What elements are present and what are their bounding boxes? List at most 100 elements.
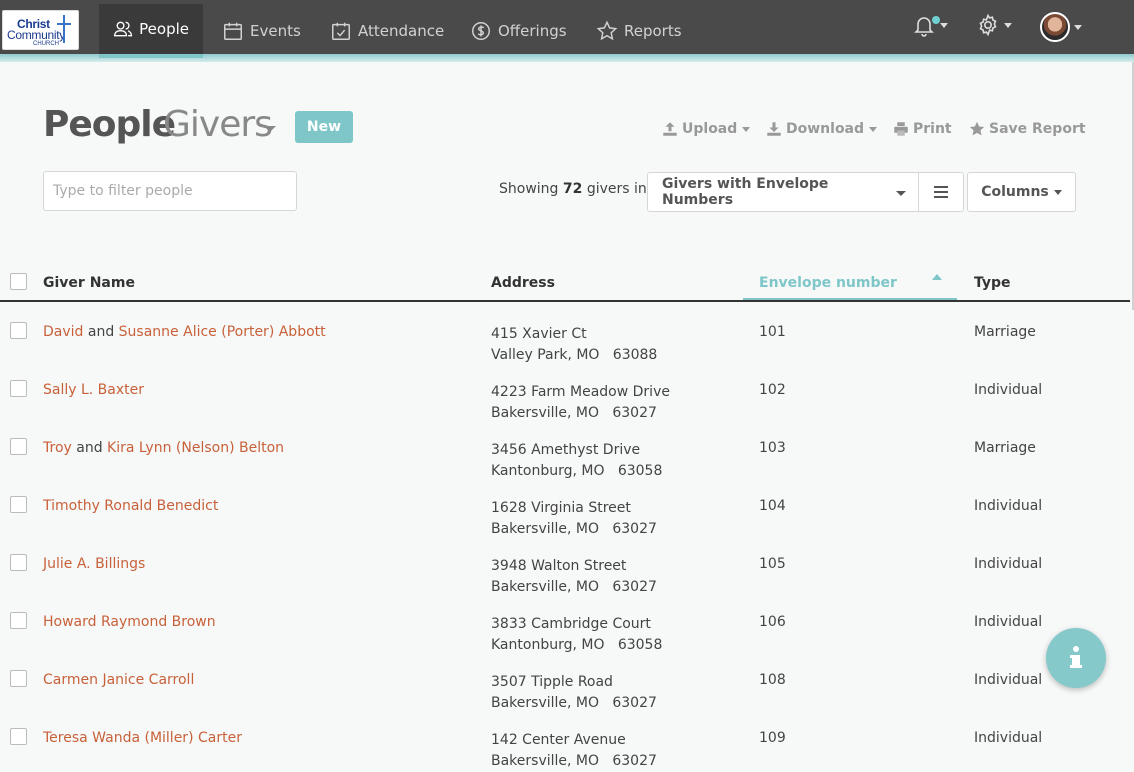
nav-tab-people-label: People bbox=[139, 20, 189, 38]
chevron-down-icon bbox=[940, 22, 948, 28]
address-cell: 1628 Virginia Street Bakersville, MO 630… bbox=[491, 500, 657, 537]
table-row: Sally L. Baxter 4223 Farm Meadow Drive Ba… bbox=[0, 379, 1130, 437]
print-button[interactable]: Print bbox=[892, 120, 952, 138]
column-header-giver-name[interactable]: Giver Name bbox=[43, 275, 135, 291]
save-report-button[interactable]: Save Report bbox=[968, 120, 1086, 138]
hamburger-icon bbox=[934, 191, 948, 193]
column-header-type[interactable]: Type bbox=[974, 275, 1011, 291]
results-summary-suffix: givers in bbox=[586, 181, 647, 197]
upload-button[interactable]: Upload bbox=[661, 120, 751, 138]
giver-name-joiner: and bbox=[71, 440, 108, 456]
report-filter-select[interactable]: Givers with Envelope Numbers bbox=[647, 172, 919, 212]
columns-button[interactable]: Columns bbox=[967, 172, 1076, 212]
giver-spouse-link[interactable]: Susanne Alice (Porter) Abbott bbox=[119, 324, 326, 340]
giver-name-cell: Julie A. Billings bbox=[43, 556, 145, 572]
giver-spouse-link[interactable]: Kira Lynn (Nelson) Belton bbox=[107, 440, 284, 456]
table-row: Howard Raymond Brown 3833 Cambridge Court… bbox=[0, 611, 1130, 669]
type-cell: Marriage bbox=[974, 440, 1036, 456]
calendar-icon bbox=[224, 22, 242, 40]
giver-name-link[interactable]: Carmen Janice Carroll bbox=[43, 672, 194, 688]
nav-tab-reports-label: Reports bbox=[624, 22, 682, 40]
filter-people-input[interactable] bbox=[43, 171, 297, 211]
address-cell: 415 Xavier Ct Valley Park, MO 63088 bbox=[491, 326, 658, 363]
chevron-down-icon[interactable] bbox=[266, 126, 276, 131]
nav-tab-offerings[interactable]: Offerings bbox=[456, 4, 581, 58]
cross-icon-bar bbox=[57, 23, 71, 25]
table-header-divider bbox=[0, 300, 1130, 302]
giver-name-link[interactable]: Howard Raymond Brown bbox=[43, 614, 216, 630]
page-subtitle-dropdown[interactable]: Givers bbox=[163, 104, 273, 145]
address-cell: 3456 Amethyst Drive Kantonburg, MO 63058 bbox=[491, 442, 663, 479]
chevron-down-icon bbox=[742, 126, 751, 132]
chevron-down-icon bbox=[896, 191, 906, 196]
bell-icon bbox=[914, 17, 934, 37]
row-checkbox[interactable] bbox=[10, 670, 27, 687]
address-cell: 3948 Walton Street Bakersville, MO 63027 bbox=[491, 558, 657, 595]
column-header-envelope-number[interactable]: Envelope number bbox=[759, 275, 897, 291]
download-button[interactable]: Download bbox=[765, 120, 878, 138]
settings-menu[interactable] bbox=[976, 12, 1012, 38]
columns-label: Columns bbox=[981, 184, 1049, 200]
envelope-number-cell: 101 bbox=[759, 324, 786, 340]
nav-tab-events[interactable]: Events bbox=[208, 4, 315, 58]
chevron-down-icon bbox=[1053, 189, 1062, 195]
chevron-down-icon bbox=[1074, 24, 1082, 30]
cross-icon bbox=[63, 15, 65, 43]
row-checkbox[interactable] bbox=[10, 380, 27, 397]
info-icon bbox=[1070, 646, 1082, 668]
type-cell: Individual bbox=[974, 382, 1043, 398]
logo-line-3: CHURCH bbox=[33, 41, 59, 47]
printer-icon bbox=[894, 122, 908, 136]
new-button[interactable]: New bbox=[295, 111, 353, 143]
row-checkbox[interactable] bbox=[10, 612, 27, 629]
giver-name-link[interactable]: Sally L. Baxter bbox=[43, 382, 144, 398]
gear-icon bbox=[979, 13, 997, 37]
notifications-menu[interactable] bbox=[912, 12, 948, 38]
giver-name-link[interactable]: David bbox=[43, 324, 83, 340]
notification-dot bbox=[932, 16, 940, 24]
envelope-number-cell: 109 bbox=[759, 730, 786, 746]
filter-menu-button[interactable] bbox=[918, 172, 964, 212]
print-label: Print bbox=[913, 121, 952, 137]
nav-tab-reports[interactable]: Reports bbox=[582, 4, 696, 58]
info-button[interactable] bbox=[1046, 628, 1106, 688]
nav-tab-people[interactable]: People bbox=[99, 4, 203, 58]
nav-tab-attendance[interactable]: Attendance bbox=[316, 4, 458, 58]
report-filter-value: Givers with Envelope Numbers bbox=[662, 176, 829, 208]
people-icon bbox=[114, 21, 133, 37]
envelope-number-cell: 105 bbox=[759, 556, 786, 572]
giver-name-cell: Carmen Janice Carroll bbox=[43, 672, 194, 688]
results-count: 72 bbox=[562, 181, 583, 197]
save-report-label: Save Report bbox=[989, 121, 1086, 137]
nav-tab-events-label: Events bbox=[250, 22, 301, 40]
giver-name-cell: Teresa Wanda (Miller) Carter bbox=[43, 730, 242, 746]
select-all-checkbox[interactable] bbox=[10, 273, 27, 290]
type-cell: Marriage bbox=[974, 324, 1036, 340]
church-logo[interactable]: Christ Community CHURCH bbox=[2, 10, 79, 50]
envelope-number-cell: 108 bbox=[759, 672, 786, 688]
giver-name-link[interactable]: Julie A. Billings bbox=[43, 556, 145, 572]
chevron-down-icon bbox=[1004, 22, 1012, 28]
giver-name-link[interactable]: Timothy Ronald Benedict bbox=[43, 498, 218, 514]
giver-name-link[interactable]: Troy bbox=[43, 440, 72, 456]
row-checkbox[interactable] bbox=[10, 554, 27, 571]
row-checkbox[interactable] bbox=[10, 438, 27, 455]
giver-name-cell: Troy and Kira Lynn (Nelson) Belton bbox=[43, 440, 284, 456]
giver-name-link[interactable]: Teresa Wanda (Miller) Carter bbox=[43, 730, 242, 746]
row-checkbox[interactable] bbox=[10, 322, 27, 339]
download-icon bbox=[767, 122, 781, 136]
results-summary-prefix: Showing bbox=[499, 181, 559, 197]
table-row: Carmen Janice Carroll 3507 Tipple Road Ba… bbox=[0, 669, 1130, 727]
table-row: David and Susanne Alice (Porter) Abbott 4… bbox=[0, 321, 1130, 379]
row-checkbox[interactable] bbox=[10, 728, 27, 745]
table-row: Timothy Ronald Benedict 1628 Virginia Str… bbox=[0, 495, 1130, 553]
giver-name-cell: David and Susanne Alice (Porter) Abbott bbox=[43, 324, 326, 340]
row-checkbox[interactable] bbox=[10, 496, 27, 513]
user-menu[interactable] bbox=[1040, 12, 1082, 42]
dollar-icon bbox=[472, 22, 490, 40]
column-header-address[interactable]: Address bbox=[491, 275, 555, 291]
giver-name-cell: Timothy Ronald Benedict bbox=[43, 498, 218, 514]
giver-name-cell: Sally L. Baxter bbox=[43, 382, 144, 398]
table-row: Julie A. Billings 3948 Walton Street Bake… bbox=[0, 553, 1130, 611]
checklist-icon bbox=[332, 22, 350, 40]
